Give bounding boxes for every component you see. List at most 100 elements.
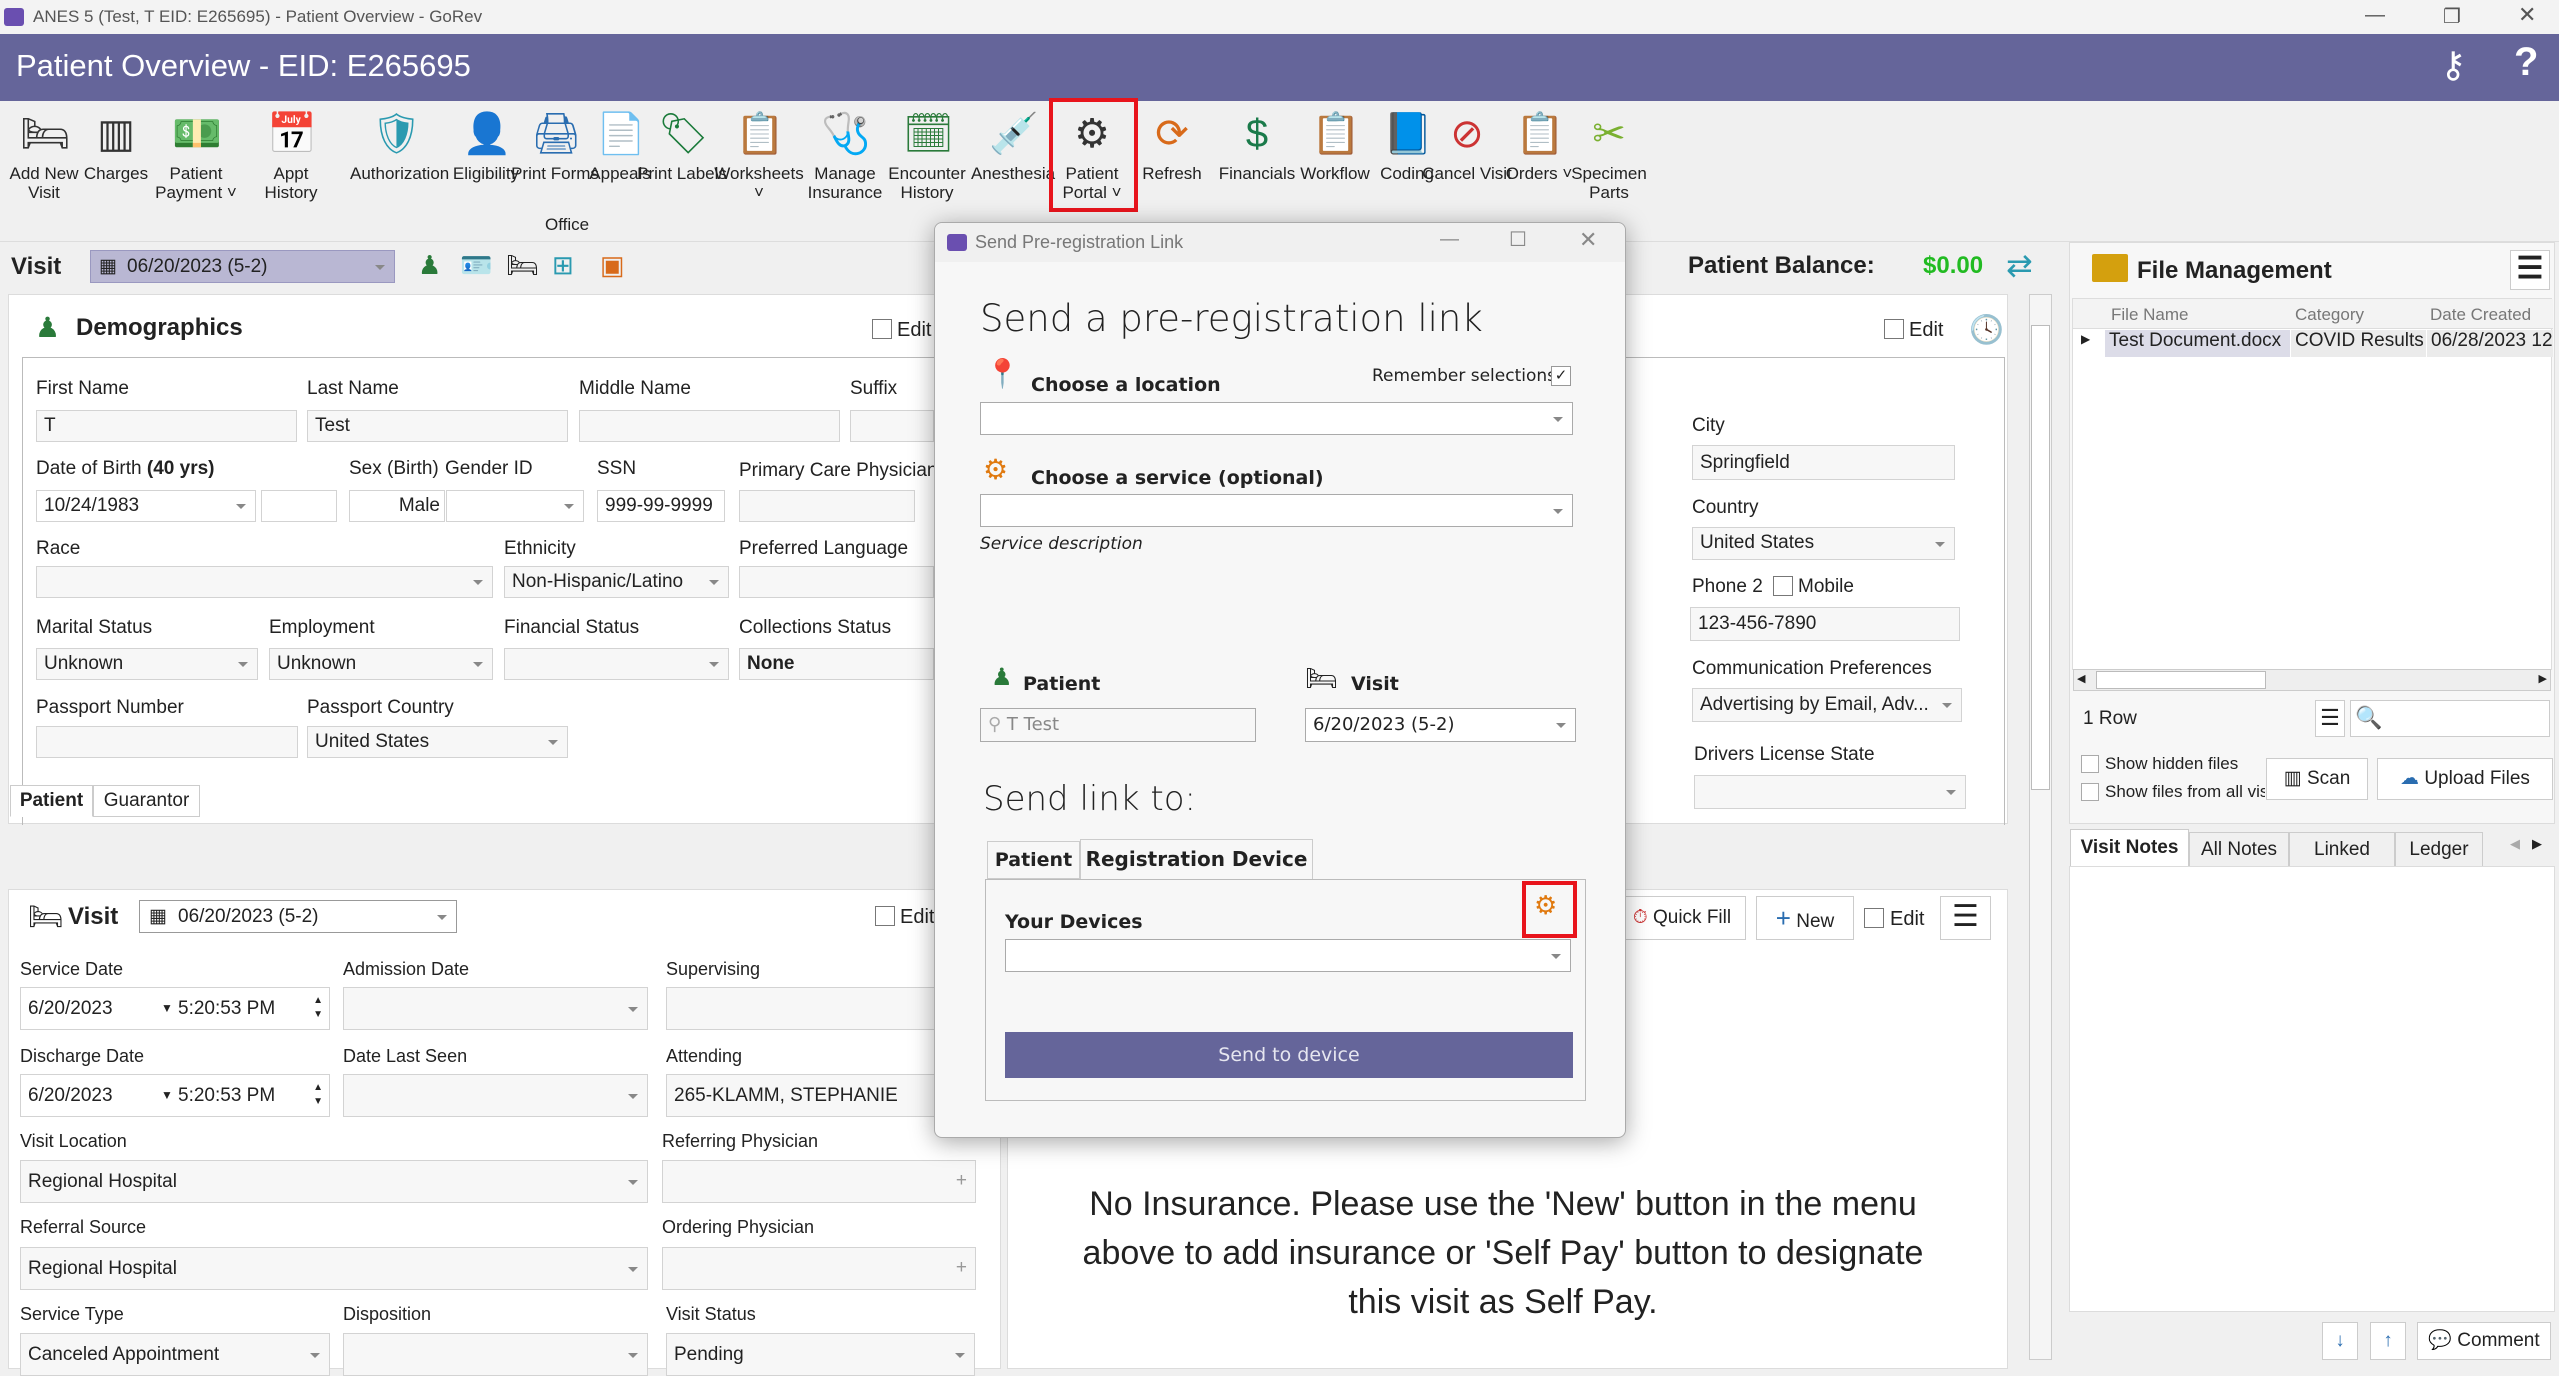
- collections-select[interactable]: None: [739, 648, 934, 680]
- first-name-input[interactable]: T: [36, 410, 297, 442]
- toolbar-manage-insurance-button[interactable]: 🩺 Manage Insurance: [800, 105, 890, 202]
- show-all-visits-checkbox[interactable]: [2081, 783, 2099, 801]
- phone2-input[interactable]: 123-456-7890: [1690, 607, 1960, 641]
- sex-select[interactable]: Male: [349, 490, 445, 522]
- marital-select[interactable]: Unknown: [36, 648, 258, 680]
- suffix-input[interactable]: [850, 410, 934, 442]
- toolbar-specimen-parts-button[interactable]: ✂ Specimen Parts: [1564, 105, 1654, 202]
- middle-name-input[interactable]: [579, 410, 840, 442]
- column-category[interactable]: Category: [2295, 305, 2364, 325]
- language-select[interactable]: [739, 566, 934, 598]
- comm-pref-select[interactable]: Advertising by Email, Adv...: [1692, 688, 1962, 722]
- dialog-tab-patient[interactable]: Patient: [987, 841, 1080, 879]
- scan-button[interactable]: ▥ Scan: [2266, 758, 2368, 800]
- help-icon[interactable]: ?: [2514, 40, 2538, 85]
- demographics-edit-checkbox-right[interactable]: [1884, 319, 1904, 339]
- tab-visit-notes[interactable]: Visit Notes: [2070, 829, 2189, 867]
- passport-number-input[interactable]: [36, 726, 298, 758]
- file-row[interactable]: ▶ Test Document.docx COVID Results 06/28…: [2073, 330, 2553, 357]
- id-card-icon[interactable]: 🪪: [460, 250, 492, 281]
- add-icon[interactable]: +: [956, 1253, 967, 1283]
- column-file-name[interactable]: File Name: [2111, 305, 2188, 325]
- mobile-checkbox[interactable]: [1773, 576, 1793, 596]
- dialog-visit-select[interactable]: 6/20/2023 (5-2): [1305, 708, 1576, 742]
- toolbar-patient-payment-button[interactable]: 💵 Patient Payment ˅: [151, 105, 241, 202]
- scroll-down-button[interactable]: ↓: [2322, 1322, 2358, 1360]
- dob-extra-box[interactable]: [261, 490, 337, 522]
- send-to-device-button[interactable]: Send to device: [1005, 1032, 1573, 1078]
- tab-patient[interactable]: Patient: [10, 785, 93, 817]
- remember-checkbox[interactable]: ✓: [1551, 366, 1571, 386]
- file-menu-button[interactable]: ☰: [2510, 250, 2550, 290]
- time-spinner[interactable]: ▲ ▼: [313, 1075, 323, 1109]
- visit-status-select[interactable]: Pending: [666, 1333, 975, 1376]
- admission-date-input[interactable]: [343, 987, 648, 1030]
- patient-icon[interactable]: ♟: [418, 250, 441, 281]
- scrollbar-thumb[interactable]: [2031, 325, 2050, 790]
- gender-select[interactable]: [446, 490, 584, 522]
- tab-guarantor[interactable]: Guarantor: [93, 785, 200, 817]
- time-spinner[interactable]: ▲ ▼: [313, 988, 323, 1022]
- pcp-input[interactable]: [739, 490, 915, 522]
- scroll-left-icon[interactable]: ◀: [2077, 672, 2085, 685]
- toolbar-charges-button[interactable]: ▥ Charges: [71, 105, 161, 183]
- scroll-right-icon[interactable]: ▶: [2539, 672, 2547, 685]
- quick-fill-button[interactable]: ⏱ Quick Fill: [1618, 896, 1746, 940]
- devices-select[interactable]: [1005, 939, 1571, 972]
- tab-linked-visits[interactable]: Linked Visits: [2289, 832, 2395, 893]
- visit-panel-selector[interactable]: ▦ 06/20/2023 (5-2): [139, 900, 457, 933]
- insurance-edit-checkbox[interactable]: [1864, 908, 1884, 928]
- scroll-up-button[interactable]: ↑: [2370, 1322, 2406, 1360]
- toolbar-anesthesia-button[interactable]: 💉 Anesthesia: [968, 105, 1058, 183]
- country-select[interactable]: United States: [1692, 527, 1955, 560]
- referral-source-select[interactable]: Regional Hospital: [20, 1247, 648, 1290]
- tabs-scroll-right-icon[interactable]: ▶: [2532, 836, 2542, 852]
- visit-location-select[interactable]: Regional Hospital: [20, 1160, 648, 1203]
- wallet-icon[interactable]: ▣: [600, 250, 625, 281]
- ethnicity-select[interactable]: Non-Hispanic/Latino: [504, 566, 729, 598]
- demographics-edit-checkbox[interactable]: [872, 319, 892, 339]
- toolbar-financials-button[interactable]: $ Financials: [1212, 105, 1302, 183]
- race-select[interactable]: [36, 566, 493, 598]
- expand-row-icon[interactable]: ▶: [2081, 332, 2090, 346]
- main-scrollbar[interactable]: [2029, 294, 2052, 1360]
- restore-button[interactable]: ❐: [2443, 4, 2461, 29]
- comment-button[interactable]: 💬 Comment: [2417, 1322, 2551, 1360]
- service-select[interactable]: [980, 494, 1573, 527]
- device-settings-gears-icon[interactable]: ⚙: [1534, 890, 1557, 921]
- tab-all-notes[interactable]: All Notes: [2189, 832, 2289, 867]
- insurance-card-icon[interactable]: ⊞: [552, 250, 574, 281]
- insurance-menu-button[interactable]: ☰: [1940, 896, 1991, 940]
- last-name-input[interactable]: Test: [307, 410, 568, 442]
- service-type-select[interactable]: Canceled Appointment: [20, 1333, 330, 1376]
- new-insurance-button[interactable]: + New: [1756, 896, 1854, 940]
- dl-state-select[interactable]: [1694, 775, 1966, 809]
- upload-files-button[interactable]: ☁ Upload Files: [2377, 758, 2553, 800]
- toolbar-authorization-button[interactable]: 🛡 Authorization: [350, 105, 449, 183]
- dialog-maximize-button[interactable]: ☐: [1509, 227, 1527, 252]
- dialog-tab-registration-device[interactable]: Registration Device: [1080, 839, 1313, 880]
- bed-icon[interactable]: 🛏: [506, 250, 539, 281]
- file-search-input[interactable]: 🔍: [2350, 700, 2550, 737]
- column-date-created[interactable]: Date Created: [2430, 305, 2531, 325]
- ssn-input[interactable]: 999-99-9999: [597, 490, 725, 522]
- history-clock-icon[interactable]: 🕓: [1969, 313, 2004, 346]
- disposition-select[interactable]: [343, 1333, 648, 1376]
- financial-select[interactable]: [504, 648, 729, 680]
- toolbar-refresh-button[interactable]: ⟳ Refresh: [1127, 105, 1217, 183]
- hscroll-thumb[interactable]: [2096, 671, 2266, 689]
- dialog-close-button[interactable]: ✕: [1579, 227, 1597, 253]
- visit-selector[interactable]: ▦ 06/20/2023 (5-2): [90, 250, 395, 283]
- toolbar-encounter-history-button[interactable]: 🗓 Encounter History: [882, 105, 972, 202]
- referring-input[interactable]: +: [662, 1160, 976, 1203]
- file-columns-button[interactable]: ☰: [2315, 700, 2345, 737]
- ordering-input[interactable]: +: [662, 1247, 976, 1290]
- tabs-scroll-left-icon[interactable]: ◀: [2510, 836, 2520, 852]
- location-select[interactable]: [980, 402, 1573, 435]
- dob-input[interactable]: 10/24/1983: [36, 490, 256, 522]
- patient-search-input[interactable]: ⚲ T Test: [980, 708, 1256, 742]
- show-hidden-checkbox[interactable]: [2081, 755, 2099, 773]
- toolbar-worksheets-button[interactable]: 📋 Worksheets ˅: [714, 105, 804, 202]
- refresh-balance-icon[interactable]: ⇄: [2006, 246, 2033, 284]
- discharge-date-input[interactable]: 6/20/2023 ▼ 5:20:53 PM ▲ ▼: [20, 1074, 330, 1117]
